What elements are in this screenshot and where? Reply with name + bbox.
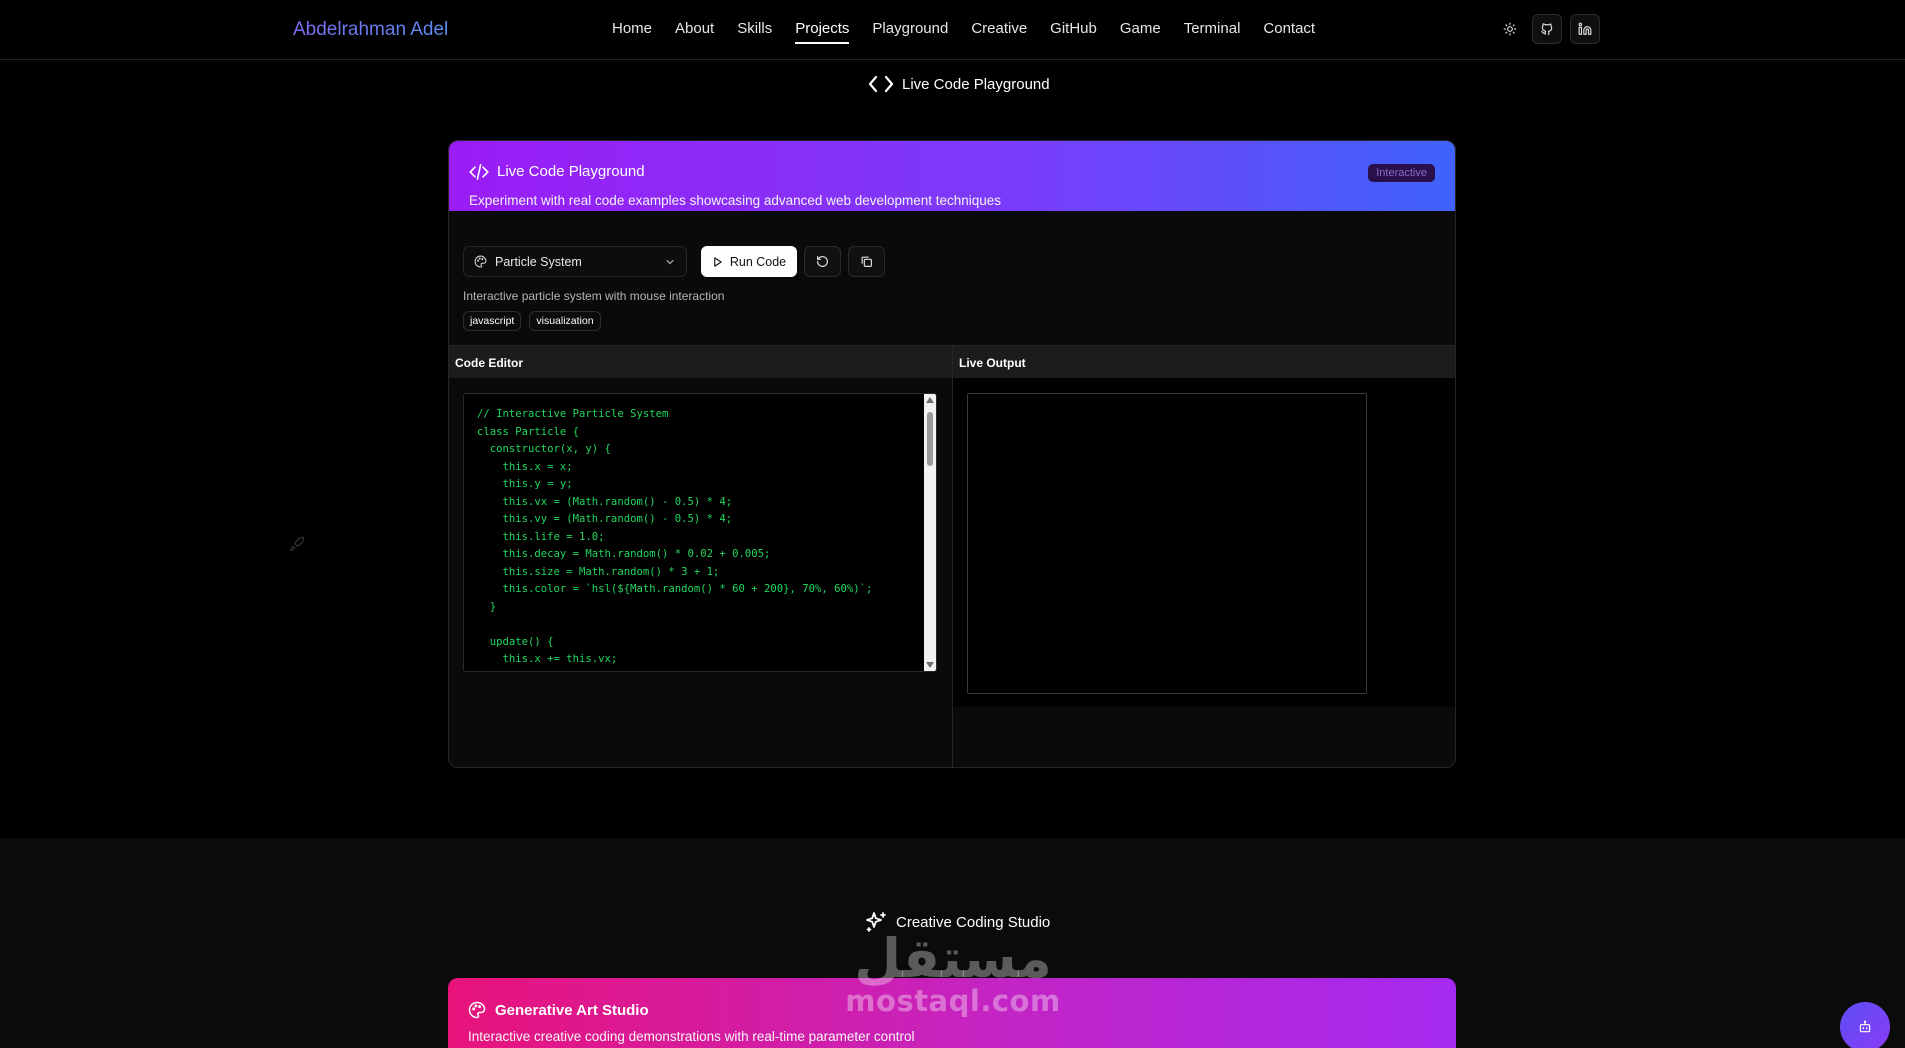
copy-icon xyxy=(861,256,872,267)
interactive-badge: Interactive xyxy=(1368,164,1435,182)
playground-controls: Particle System Run Code xyxy=(463,246,885,277)
code-content[interactable]: // Interactive Particle System class Par… xyxy=(477,406,872,669)
linkedin-button[interactable] xyxy=(1570,14,1600,44)
code-chevrons-icon xyxy=(868,75,894,93)
generative-art-subtitle: Interactive creative coding demonstratio… xyxy=(468,1029,915,1044)
scroll-up-arrow[interactable] xyxy=(926,397,934,403)
live-output-title: Live Output xyxy=(959,356,1026,370)
live-output-panel xyxy=(953,378,1455,707)
chevron-down-icon xyxy=(666,259,674,265)
reset-button[interactable] xyxy=(804,246,841,277)
github-button[interactable] xyxy=(1532,14,1562,44)
code-icon xyxy=(469,163,489,180)
playground-title: Live Code Playground xyxy=(469,163,645,180)
palette-icon xyxy=(474,255,487,268)
run-code-button[interactable]: Run Code xyxy=(701,246,797,277)
linkedin-icon xyxy=(1578,22,1592,35)
playground-title-text: Live Code Playground xyxy=(497,163,645,180)
nav-link-contact[interactable]: Contact xyxy=(1263,20,1315,44)
github-icon xyxy=(1541,23,1553,36)
palette-icon xyxy=(468,1001,486,1019)
brand-logo[interactable]: Abdelrahman Adel xyxy=(293,19,448,41)
scroll-down-arrow[interactable] xyxy=(926,662,934,668)
nav-links: Home About Skills Projects Playground Cr… xyxy=(612,20,1338,44)
code-editor-title: Code Editor xyxy=(455,356,523,370)
bot-icon xyxy=(1859,1020,1871,1033)
watermark-arabic: مستقل xyxy=(854,927,1052,990)
nav-link-playground[interactable]: Playground xyxy=(872,20,948,44)
watermark-latin: mostaql.com xyxy=(845,984,1061,1018)
sun-icon xyxy=(1503,22,1517,36)
nav-link-github[interactable]: GitHub xyxy=(1050,20,1097,44)
section-heading: Live Code Playground xyxy=(868,74,1050,94)
playground-card: Live Code Playground Experiment with rea… xyxy=(448,140,1456,768)
playground-card-header: Live Code Playground Experiment with rea… xyxy=(449,141,1455,211)
copy-button[interactable] xyxy=(848,246,885,277)
nav-icons xyxy=(1496,14,1608,44)
code-editor[interactable]: // Interactive Particle System class Par… xyxy=(463,393,937,672)
nav-link-terminal[interactable]: Terminal xyxy=(1184,20,1241,44)
nav-link-skills[interactable]: Skills xyxy=(737,20,772,44)
output-canvas[interactable] xyxy=(967,393,1367,694)
nav-link-home[interactable]: Home xyxy=(612,20,652,44)
tag-visualization: visualization xyxy=(529,311,601,331)
navbar: Abdelrahman Adel Home About Skills Proje… xyxy=(0,0,1905,60)
rocket-icon xyxy=(289,536,305,552)
section-heading-text: Live Code Playground xyxy=(902,75,1050,93)
generative-art-title: Generative Art Studio xyxy=(468,1001,649,1019)
nav-link-creative[interactable]: Creative xyxy=(971,20,1027,44)
editor-scrollbar[interactable] xyxy=(924,394,936,671)
mostaql-watermark: مستقل mostaql.com xyxy=(838,927,1068,1019)
nav-link-game[interactable]: Game xyxy=(1120,20,1161,44)
nav-link-projects[interactable]: Projects xyxy=(795,20,850,44)
generative-art-title-text: Generative Art Studio xyxy=(495,1001,649,1019)
example-tags: javascript visualization xyxy=(463,311,601,331)
theme-toggle-button[interactable] xyxy=(1496,14,1524,44)
example-select[interactable]: Particle System xyxy=(463,246,687,277)
nav-link-about[interactable]: About xyxy=(675,20,714,44)
play-icon xyxy=(714,256,722,267)
playground-subtitle: Experiment with real code examples showc… xyxy=(469,193,1002,208)
example-description: Interactive particle system with mouse i… xyxy=(463,289,725,303)
run-code-label: Run Code xyxy=(729,254,787,269)
scroll-thumb[interactable] xyxy=(927,412,933,466)
example-select-value: Particle System xyxy=(495,254,582,269)
chatbot-button[interactable] xyxy=(1840,1002,1890,1048)
rotate-ccw-icon xyxy=(817,256,828,267)
tag-javascript: javascript xyxy=(463,311,522,331)
